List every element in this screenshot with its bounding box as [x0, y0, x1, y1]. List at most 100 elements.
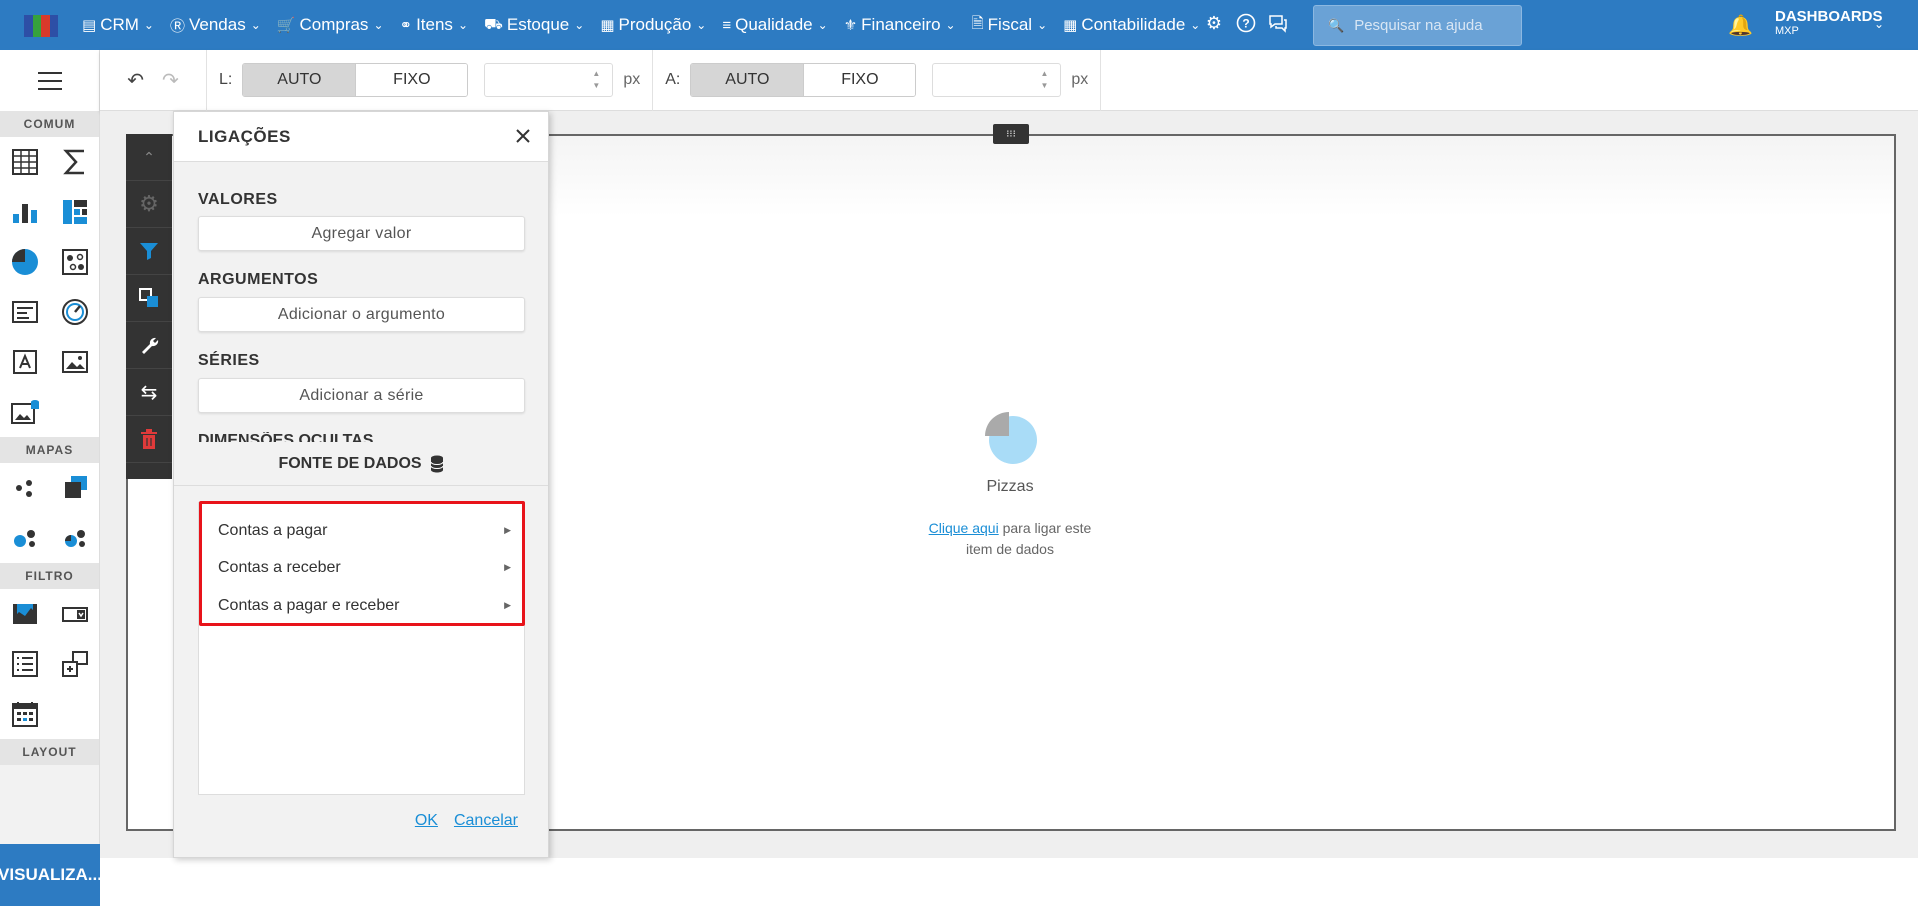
topbar-icons: ⚙ ? [1203, 12, 1299, 34]
datasource-item[interactable]: Contas a receber ▶ [202, 549, 523, 586]
menu-estoque[interactable]: ⛟ Estoque ⌄ [484, 15, 584, 35]
sum-widget-icon[interactable] [50, 137, 100, 187]
panel-title: LIGAÇÕES [174, 112, 548, 162]
redo-icon[interactable]: ↷ [162, 68, 179, 93]
bell-icon[interactable]: 🔔 [1728, 13, 1753, 38]
choropleth-map-widget-icon[interactable] [50, 463, 100, 513]
spinner-icon[interactable]: ▲ ▼ [1040, 68, 1048, 92]
help-icon[interactable]: ? [1235, 12, 1257, 34]
filter-icon[interactable] [126, 228, 172, 275]
add-series-button[interactable]: Adicionar a série [198, 378, 525, 413]
main-menu: ▤ CRM ⌄ Ⓡ Vendas ⌄ 🛒 Compras ⌄ ⚭ Itens ⌄ ⛟ Estoqu… [82, 0, 1216, 50]
add-argument-button[interactable]: Adicionar o argumento [198, 297, 525, 332]
chevron-down-icon[interactable]: ⌄ [1874, 17, 1884, 31]
chevron-down-icon: ⌄ [143, 18, 154, 32]
section-argumentos: ARGUMENTOS [198, 271, 319, 288]
items-icon: ⚭ [399, 17, 413, 34]
section-filtro: FILTRO [0, 563, 99, 589]
dashboards-menu[interactable]: DASHBOARDS MXP [1775, 9, 1883, 39]
menu-label: Financeiro [861, 15, 941, 34]
chevron-right-icon: ▶ [504, 525, 511, 535]
ok-button[interactable]: OK [415, 812, 438, 830]
cart-icon: 🛒 [276, 17, 296, 34]
bind-data-link[interactable]: Clique aqui [929, 520, 999, 536]
menu-label: Qualidade [735, 15, 813, 34]
menu-producao[interactable]: ▦ Produção ⌄ [600, 15, 706, 35]
width-input[interactable]: ▲ ▼ [484, 63, 614, 97]
trash-icon[interactable] [126, 416, 172, 463]
grid-widget-icon[interactable] [0, 137, 50, 187]
width-fixo-button[interactable]: FIXO [355, 64, 468, 96]
menu-financeiro[interactable]: ⚜ Financeiro ⌄ [844, 15, 956, 35]
app-logo[interactable] [24, 15, 58, 37]
wrench-icon[interactable] [126, 322, 172, 369]
document-icon: 🗎 [971, 14, 984, 32]
cancel-button[interactable]: Cancelar [454, 812, 518, 830]
menu-crm[interactable]: ▤ CRM ⌄ [82, 15, 154, 35]
height-group: A: AUTO FIXO ▲ ▼ px [653, 50, 1100, 111]
drag-handle-icon[interactable]: ⁝⁝⁝ [993, 124, 1029, 144]
undo-icon[interactable]: ↶ [127, 68, 144, 93]
card-widget-icon[interactable] [0, 287, 50, 337]
menu-qualidade[interactable]: ≡ Qualidade ⌄ [722, 15, 827, 35]
menu-itens[interactable]: ⚭ Itens ⌄ [400, 15, 469, 35]
datasource-item[interactable]: Contas a pagar ▶ [202, 512, 523, 549]
section-comum: COMUM [0, 111, 99, 137]
collapse-up-icon[interactable]: ⌃ [126, 134, 172, 181]
bar-chart-widget-icon[interactable] [0, 187, 50, 237]
truck-icon: ⛟ [484, 15, 503, 33]
pie-map-widget-icon[interactable] [50, 513, 100, 563]
gear-icon[interactable]: ⚙ [126, 181, 172, 228]
bound-image-widget-icon[interactable] [0, 387, 50, 437]
combo-box-widget-icon[interactable] [50, 589, 100, 639]
width-auto-button[interactable]: AUTO [243, 64, 356, 96]
gear-icon[interactable]: ⚙ [1203, 12, 1225, 34]
geo-point-map-widget-icon[interactable] [0, 513, 50, 563]
swap-arrows-icon[interactable]: ⇆ [126, 369, 172, 416]
close-icon[interactable] [512, 125, 534, 147]
chat-icon[interactable] [1267, 12, 1289, 34]
treemap-widget-icon[interactable] [50, 187, 100, 237]
list-box-widget-icon[interactable] [0, 639, 50, 689]
section-mapas: MAPAS [0, 437, 99, 463]
menu-label: CRM [100, 15, 139, 34]
menu-compras[interactable]: 🛒 Compras ⌄ [277, 15, 384, 35]
datasource-title: FONTE DE DADOS [278, 454, 422, 472]
help-search[interactable]: 🔍 [1313, 5, 1522, 46]
add-value-button[interactable]: Agregar valor [198, 216, 525, 251]
bubble-map-widget-icon[interactable] [0, 463, 50, 513]
menu-contabilidade[interactable]: ▦ Contabilidade ⌄ [1063, 15, 1200, 35]
menu-label: Estoque [506, 15, 570, 34]
height-input[interactable]: ▲ ▼ [932, 63, 1062, 97]
menu-fiscal[interactable]: 🗎 Fiscal ⌄ [972, 13, 1048, 38]
help-search-input[interactable] [1354, 17, 1515, 34]
width-mode-toggle: AUTO FIXO [242, 63, 469, 97]
hint-text: item de dados [966, 541, 1054, 557]
item-size-toolbar: ↶ ↷ L: AUTO FIXO ▲ ▼ px A: AUTO FIXO ▲ ▼ p… [100, 49, 1918, 111]
height-unit: px [1071, 71, 1089, 88]
spinner-icon[interactable]: ▲ ▼ [592, 68, 600, 92]
pie-widget-icon[interactable] [0, 237, 50, 287]
search-icon: 🔍 [1328, 17, 1345, 33]
menu-label: Itens [416, 15, 453, 34]
menu-label: Produção [618, 15, 692, 34]
datasource-item[interactable]: Contas a pagar e receber ▶ [202, 587, 523, 624]
visualize-button[interactable]: VISUALIZA... [0, 844, 102, 906]
section-layout: LAYOUT [0, 739, 99, 765]
date-filter-widget-icon[interactable] [0, 689, 50, 739]
dashboards-sub: MXP [1775, 25, 1799, 37]
height-auto-button[interactable]: AUTO [691, 64, 804, 96]
datasource-label: Contas a receber [218, 558, 341, 576]
hint-text: para ligar este [998, 520, 1092, 536]
height-fixo-button[interactable]: FIXO [803, 64, 916, 96]
hamburger-menu-icon[interactable] [0, 50, 99, 111]
chevron-down-icon: ⌄ [1037, 18, 1048, 32]
tree-view-widget-icon[interactable] [50, 639, 100, 689]
image-widget-icon[interactable] [50, 337, 100, 387]
text-box-widget-icon[interactable] [0, 337, 50, 387]
interactivity-icon[interactable] [126, 275, 172, 322]
menu-vendas[interactable]: Ⓡ Vendas ⌄ [170, 15, 261, 36]
scatter-widget-icon[interactable] [50, 237, 100, 287]
range-filter-widget-icon[interactable] [0, 589, 50, 639]
gauge-widget-icon[interactable] [50, 287, 100, 337]
